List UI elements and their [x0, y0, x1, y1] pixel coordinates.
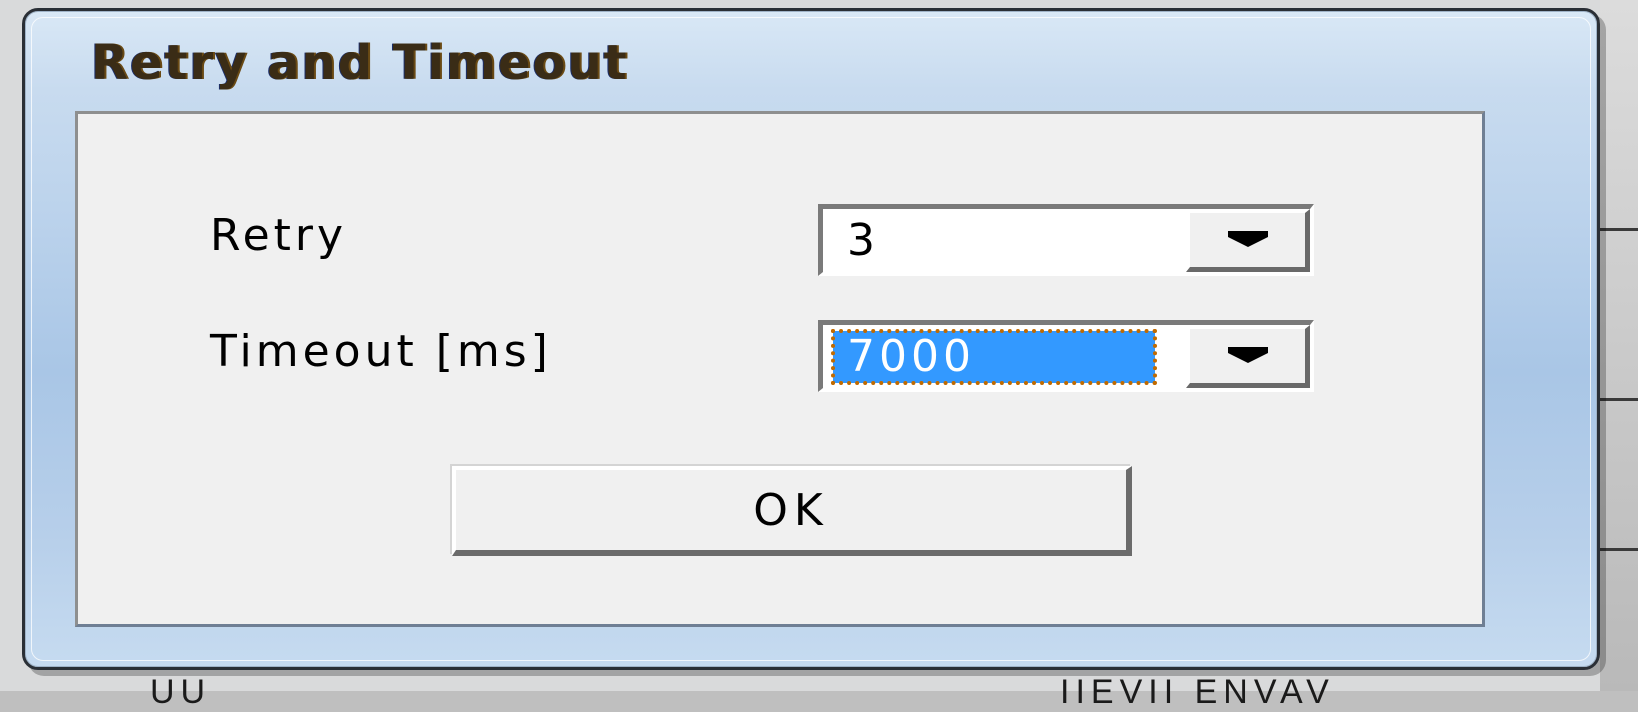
retry-value[interactable]: 3: [833, 215, 1155, 267]
retry-label: Retry: [210, 210, 348, 261]
timeout-combobox[interactable]: 7000: [818, 320, 1314, 392]
dialog-title: Retry and Timeout: [91, 35, 629, 91]
background-window-edge: [1600, 0, 1638, 691]
timeout-dropdown-button[interactable]: [1186, 325, 1310, 388]
background-divider: [1600, 548, 1638, 551]
timeout-label: Timeout [ms]: [210, 326, 552, 377]
retry-combobox[interactable]: 3: [818, 204, 1314, 276]
retry-dropdown-button[interactable]: [1186, 209, 1310, 272]
chevron-down-icon: [1227, 347, 1268, 363]
retry-timeout-dialog: Retry and Timeout Retry 3 Timeout [ms] 7…: [22, 8, 1600, 670]
chevron-down-icon: [1227, 231, 1268, 247]
background-divider: [1600, 228, 1638, 231]
background-text-left: UU: [150, 673, 212, 711]
background-text-right: IIEVII ENVAV: [1060, 673, 1335, 711]
timeout-value[interactable]: 7000: [831, 329, 1157, 385]
dialog-client-area: Retry 3 Timeout [ms] 7000 OK: [75, 111, 1485, 627]
ok-button[interactable]: OK: [452, 466, 1132, 556]
background-divider: [1600, 398, 1638, 401]
